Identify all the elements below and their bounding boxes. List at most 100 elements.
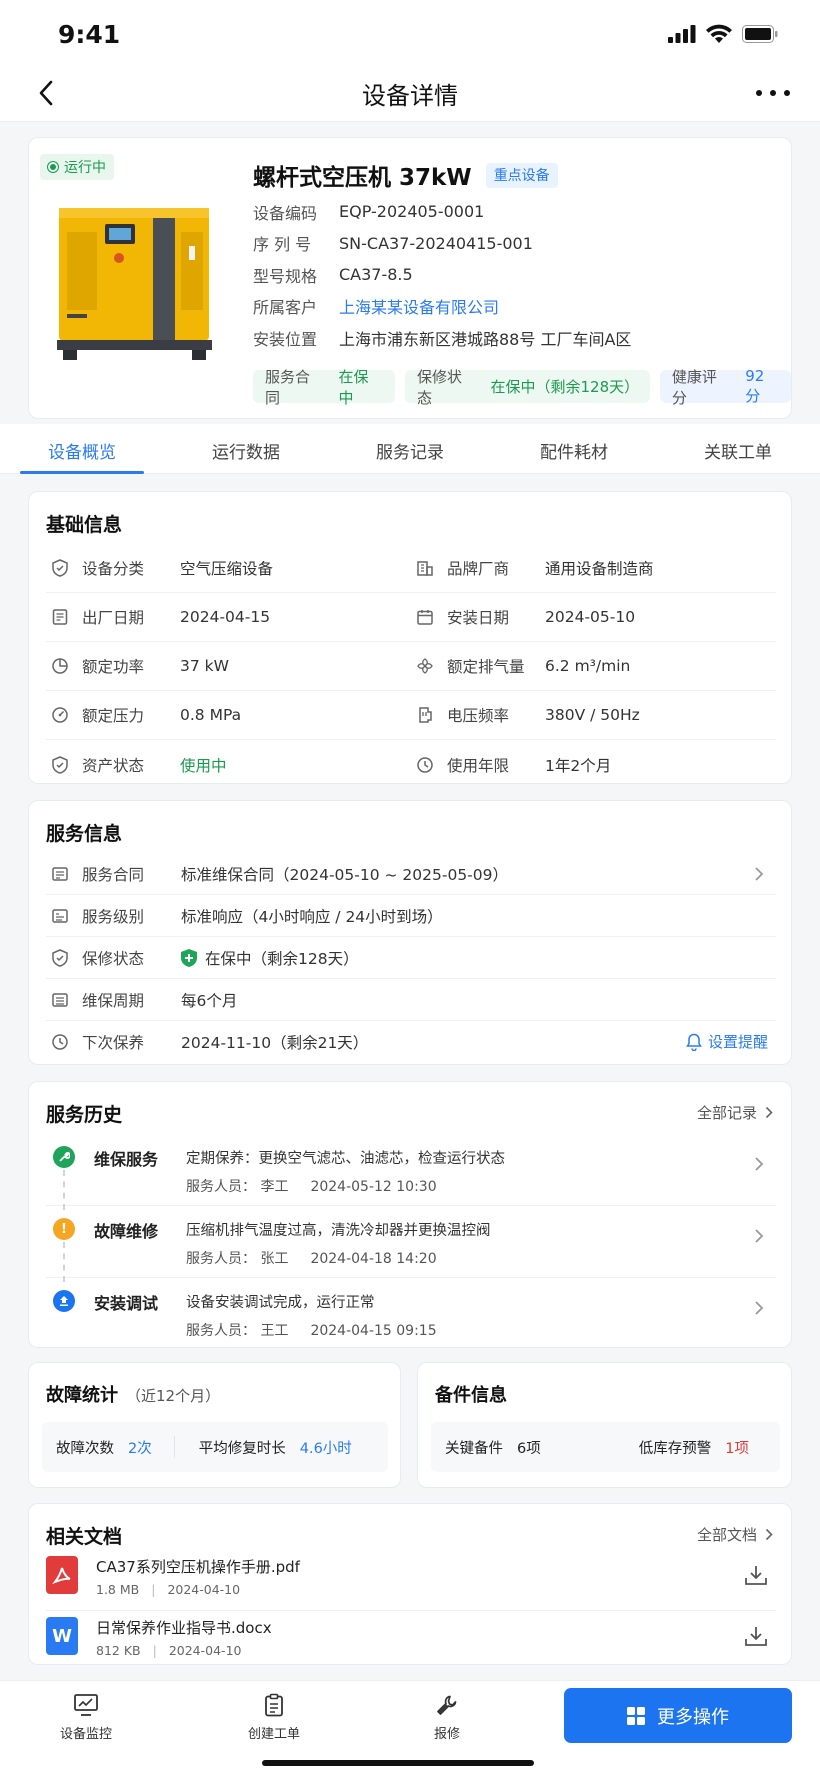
next-maintenance-row: 下次保养 2024-11-10（剩余21天） 设置提醒 <box>46 1021 776 1063</box>
device-info-list: 设备编码 EQP-202405-0001 序 列 号 SN-CA37-2024041… <box>253 196 631 354</box>
monitor-icon <box>74 1694 98 1716</box>
history-item[interactable]: 维保服务 定期保养：更换空气滤芯、油滤芯，检查运行状态 服务人员： 李工 2024… <box>46 1134 776 1210</box>
chevron-right-icon <box>755 1301 764 1315</box>
tab-bar: 设备概览 运行数据 服务记录 配件耗材 关联工单 <box>0 424 820 474</box>
tab-service-records[interactable]: 服务记录 <box>328 424 492 473</box>
info-grid-row: 设备分类 空气压缩设备 品牌厂商 通用设备制造商 <box>46 544 776 593</box>
document-icon <box>50 607 70 627</box>
green-shield-icon <box>181 948 197 967</box>
spare-parts-card: 备件信息 关键备件 6项 低库存预警 1项 <box>417 1362 792 1488</box>
install-icon <box>53 1290 75 1312</box>
gauge-icon <box>50 705 70 725</box>
device-name: 螺杆式空压机 37kW <box>253 165 472 191</box>
cycle-icon <box>50 990 70 1010</box>
clipboard-icon <box>265 1693 283 1717</box>
warranty-status-row: 保修状态 在保中（剩余128天） <box>46 937 776 979</box>
service-contract-row[interactable]: 服务合同 标准维保合同（2024-05-10 ~ 2025-05-09） <box>46 853 776 895</box>
service-history-title: 服务历史 <box>46 1104 123 1126</box>
health-score-pill: 健康评分 92分 <box>659 367 792 407</box>
chevron-right-icon <box>765 1106 773 1119</box>
level-icon <box>50 906 70 926</box>
chevron-right-icon <box>755 1157 764 1171</box>
basic-info-card: 基础信息 设备分类 空气压缩设备 品牌厂商 通用设备制造商 出厂日期 2024-04-… <box>28 491 792 784</box>
battery-icon <box>742 24 778 43</box>
spare-parts-box: 关键备件 6项 低库存预警 1项 <box>431 1422 780 1472</box>
device-summary-card: 运行中 螺杆式空压机 37kW 重点设备 设备编码 EQP-202405-0001… <box>28 137 792 419</box>
customer-link[interactable]: 上海某某设备有限公司 <box>339 294 499 318</box>
history-item[interactable]: 安装调试 设备安装调试完成，运行正常 服务人员： 王工 2024-04-15 09… <box>46 1278 776 1350</box>
fault-stats-title: 故障统计 （近12个月） <box>46 1385 221 1406</box>
clock-icon <box>50 1032 70 1052</box>
documents-card: 相关文档 全部文档 CA37系列空压机操作手册.pdf 1.8 MB | 2024-… <box>28 1503 792 1665</box>
fault-stats-card: 故障统计 （近12个月） 故障次数 2次 平均修复时长 4.6小时 <box>28 1362 401 1488</box>
chevron-right-icon <box>755 867 764 881</box>
fault-stats-box: 故障次数 2次 平均修复时长 4.6小时 <box>42 1422 388 1472</box>
device-code-row: 设备编码 EQP-202405-0001 <box>253 202 485 223</box>
shield-icon <box>50 948 70 968</box>
warning-icon: ! <box>53 1218 75 1240</box>
model-row: 型号规格 CA37-8.5 <box>253 265 413 286</box>
customer-row: 所属客户 上海某某设备有限公司 <box>253 291 631 323</box>
service-info-title: 服务信息 <box>46 823 123 845</box>
plug-icon <box>415 705 435 725</box>
status-bar: 9:41 <box>0 0 820 66</box>
all-documents-link[interactable]: 全部文档 <box>697 1524 773 1545</box>
home-indicator <box>262 1760 534 1766</box>
wifi-icon <box>706 24 732 43</box>
tab-running-data[interactable]: 运行数据 <box>164 424 328 473</box>
report-repair-button[interactable]: 报修 <box>397 1693 497 1742</box>
document-item[interactable]: CA37系列空压机操作手册.pdf 1.8 MB | 2024-04-10 <box>46 1556 776 1610</box>
page-title: 设备详情 <box>362 82 458 110</box>
basic-info-title: 基础信息 <box>46 514 123 536</box>
contract-pill: 服务合同 在保中 <box>253 368 396 407</box>
documents-title: 相关文档 <box>46 1526 123 1548</box>
tab-parts[interactable]: 配件耗材 <box>492 424 656 473</box>
pie-icon <box>50 656 70 676</box>
running-status-badge: 运行中 <box>40 154 114 180</box>
set-reminder-button[interactable]: 设置提醒 <box>686 1031 768 1052</box>
warranty-pill: 保修状态 在保中（剩余128天） <box>405 368 650 407</box>
bell-icon <box>686 1033 702 1051</box>
calendar-icon <box>415 607 435 627</box>
status-icons <box>668 24 778 43</box>
spare-parts-title: 备件信息 <box>435 1385 507 1406</box>
service-info-card: 服务信息 服务合同 标准维保合同（2024-05-10 ~ 2025-05-09）… <box>28 800 792 1065</box>
maintenance-cycle-row: 维保周期 每6个月 <box>46 979 776 1021</box>
air-compressor-image <box>57 208 212 360</box>
word-file-icon: W <box>46 1617 78 1655</box>
all-records-link[interactable]: 全部记录 <box>697 1102 773 1123</box>
wrench-icon <box>437 1695 457 1715</box>
info-grid-row: 额定功率 37 kW 额定排气量 6.2 m³/min <box>46 642 776 691</box>
service-level-row: 服务级别 标准响应（4小时响应 / 24小时到场） <box>46 895 776 937</box>
contract-icon <box>50 864 70 884</box>
device-monitor-button[interactable]: 设备监控 <box>36 1693 136 1742</box>
nav-bar: 设备详情 <box>0 66 820 122</box>
grid-icon <box>627 1706 645 1725</box>
category-icon <box>50 558 70 578</box>
info-grid-row: 额定压力 0.8 MPa 电压频率 380V / 50Hz <box>46 691 776 740</box>
serial-number-row: 序 列 号 SN-CA37-20240415-001 <box>253 233 533 255</box>
signal-icon <box>668 24 696 43</box>
status-pills: 服务合同 在保中 保修状态 在保中（剩余128天） 健康评分 92分 <box>253 367 792 407</box>
download-icon[interactable] <box>744 1625 768 1647</box>
tab-work-orders[interactable]: 关联工单 <box>656 424 820 473</box>
download-icon[interactable] <box>744 1564 768 1586</box>
clock-icon <box>415 755 435 775</box>
fan-icon <box>415 656 435 676</box>
chevron-right-icon <box>755 1229 764 1243</box>
more-actions-button[interactable]: 更多操作 <box>564 1688 792 1743</box>
key-device-badge: 重点设备 <box>485 162 558 188</box>
tab-overview[interactable]: 设备概览 <box>0 424 164 474</box>
info-grid-row: 出厂日期 2024-04-15 安装日期 2024-05-10 <box>46 593 776 642</box>
document-item[interactable]: W 日常保养作业指导书.docx 812 KB | 2024-04-10 <box>46 1610 776 1664</box>
service-history-card: 服务历史 全部记录 维保服务 定期保养：更换空气滤芯、油滤芯，检查运行状态 服务… <box>28 1081 792 1348</box>
building-icon <box>415 558 435 578</box>
shield-check-icon <box>50 755 70 775</box>
wrench-icon <box>53 1146 75 1168</box>
status-time: 9:41 <box>58 20 121 49</box>
history-item[interactable]: ! 故障维修 压缩机排气温度过高，清洗冷却器并更换温控阀 服务人员： 张工 202… <box>46 1206 776 1282</box>
pdf-file-icon <box>46 1556 78 1594</box>
more-options-icon[interactable] <box>756 80 790 106</box>
create-work-order-button[interactable]: 创建工单 <box>224 1693 324 1742</box>
location-row: 安装位置 上海市浦东新区港城路88号 工厂车间A区 <box>253 329 632 349</box>
